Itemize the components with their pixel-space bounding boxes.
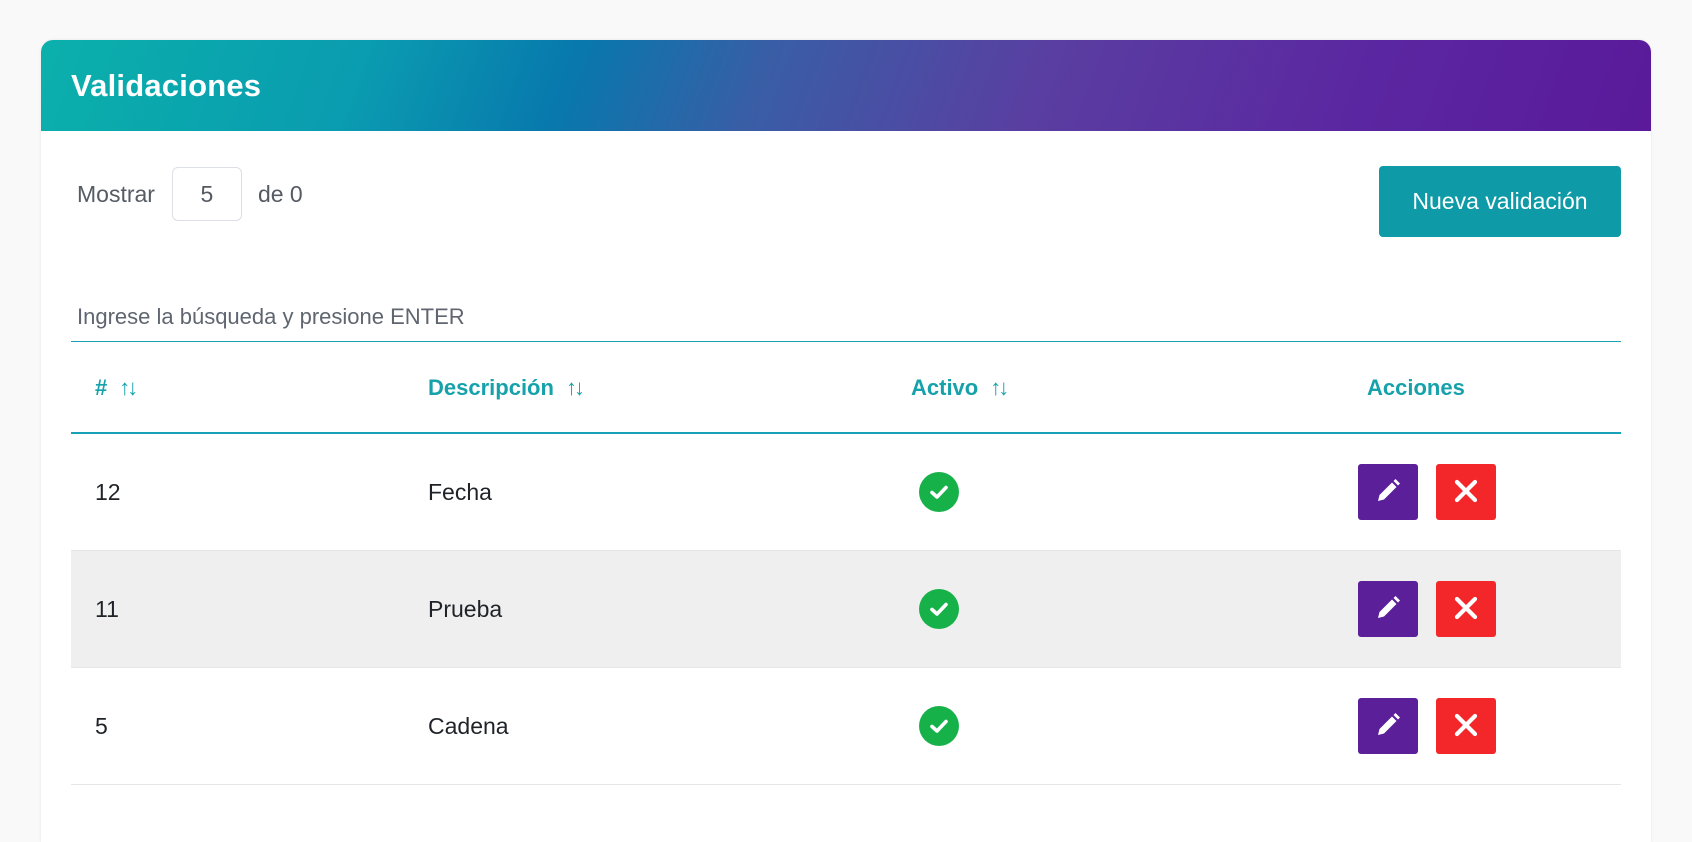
edit-button[interactable] <box>1358 464 1418 520</box>
cell-description: Prueba <box>428 595 503 622</box>
cell-active <box>919 668 959 784</box>
column-header-description[interactable]: Descripción ↑↓ <box>428 343 585 432</box>
check-circle-icon <box>919 706 959 746</box>
pencil-icon <box>1374 477 1402 508</box>
show-label: Mostrar <box>77 180 155 207</box>
cell-description: Fecha <box>428 478 492 505</box>
delete-button[interactable] <box>1436 581 1496 637</box>
cell-actions <box>1358 551 1496 667</box>
sort-icon[interactable]: ↑↓ <box>566 375 585 401</box>
cell-actions <box>1358 668 1496 784</box>
sort-icon[interactable]: ↑↓ <box>990 375 1009 401</box>
cell-actions <box>1358 434 1496 550</box>
column-header-id[interactable]: # ↑↓ <box>95 343 138 432</box>
pencil-icon <box>1374 711 1402 742</box>
page-size-input[interactable] <box>171 167 242 221</box>
new-validation-button[interactable]: Nueva validación <box>1379 166 1621 237</box>
column-label: Descripción <box>428 374 554 400</box>
column-label: Activo <box>911 374 979 400</box>
cell-active <box>919 434 959 550</box>
table-header: # ↑↓ Descripción ↑↓ Activo ↑↓ Acciones <box>71 343 1621 434</box>
sort-icon[interactable]: ↑↓ <box>119 375 138 401</box>
pencil-icon <box>1374 594 1402 625</box>
cell-id: 5 <box>95 712 108 739</box>
column-label: Acciones <box>1367 374 1465 400</box>
total-count-label: de 0 <box>257 180 303 207</box>
page-size-control: Mostrar de 0 <box>77 166 303 222</box>
page-title: Validaciones <box>71 67 262 103</box>
validations-table: # ↑↓ Descripción ↑↓ Activo ↑↓ Acciones 1… <box>71 343 1621 785</box>
check-circle-icon <box>919 589 959 629</box>
validaciones-card: Validaciones Mostrar de 0 Nueva validaci… <box>41 40 1651 842</box>
search-input[interactable] <box>71 292 1621 342</box>
cell-description: Cadena <box>428 712 509 739</box>
table-row: 12 Fecha <box>71 434 1621 551</box>
close-icon <box>1453 478 1479 507</box>
edit-button[interactable] <box>1358 698 1418 754</box>
close-icon <box>1453 595 1479 624</box>
cell-id: 11 <box>95 595 119 622</box>
column-header-active[interactable]: Activo ↑↓ <box>911 343 1009 432</box>
check-circle-icon <box>919 472 959 512</box>
table-row: 5 Cadena <box>71 668 1621 785</box>
column-header-actions: Acciones <box>1367 343 1465 432</box>
edit-button[interactable] <box>1358 581 1418 637</box>
column-label: # <box>95 374 108 400</box>
card-header: Validaciones <box>41 40 1651 131</box>
cell-active <box>919 551 959 667</box>
cell-id: 12 <box>95 478 121 505</box>
close-icon <box>1453 712 1479 741</box>
delete-button[interactable] <box>1436 698 1496 754</box>
delete-button[interactable] <box>1436 464 1496 520</box>
table-row: 11 Prueba <box>71 551 1621 668</box>
